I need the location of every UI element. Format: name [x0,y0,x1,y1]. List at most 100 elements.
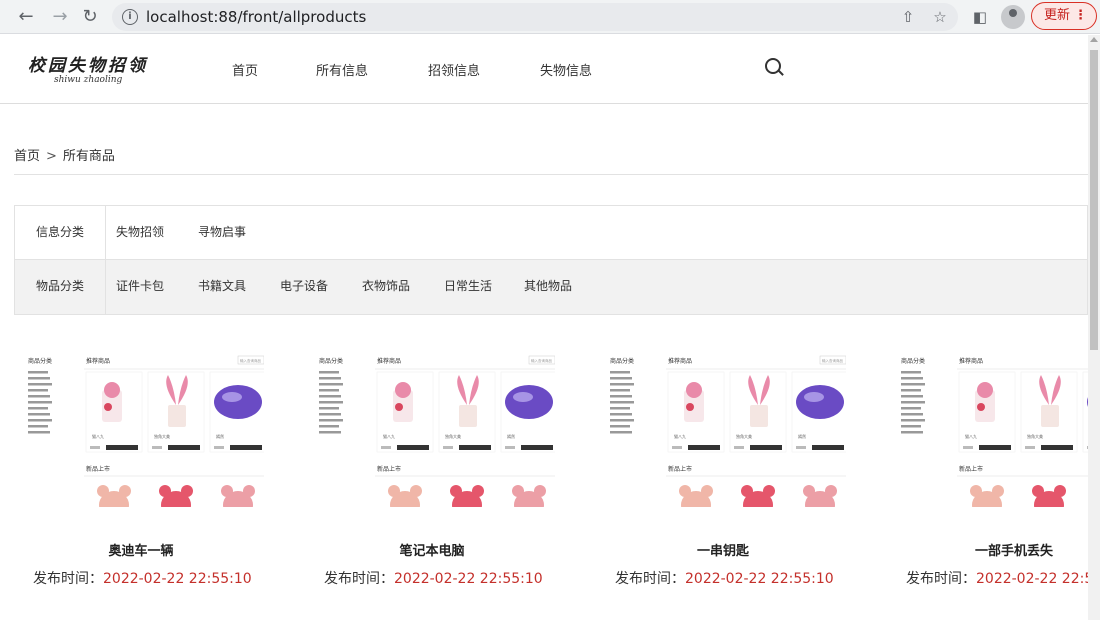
product-time: 发布时间：2022-02-22 22:55:10 [615,568,834,588]
filter-option[interactable]: 失物招领 [116,206,164,259]
thumb-price [381,446,391,449]
time-value: 2022-02-22 22:55:10 [685,571,834,587]
product-thumbnail[interactable]: 商品分类推荐商品输入查询商品猫八九独角大美嫣然新品上市 [608,345,846,507]
product-card[interactable]: 商品分类 推荐商品 输入查询商品 猫八九 独角大美 嫣然 新品上市 一串钥匙 发布时间：20… [608,345,858,590]
site-logo[interactable]: 校园失物招领 shiwu zhaoling [28,51,168,91]
thumb-cake-flower [104,382,120,398]
thumb-cake-flower [686,382,702,398]
filter-option[interactable]: 电子设备 [280,260,328,313]
thumb-menu-line [610,371,630,374]
product-title[interactable]: 一串钥匙 [608,540,838,559]
thumb-menu-line [28,431,50,434]
address-bar[interactable]: i localhost:88/front/allproducts ⇧ ☆ [112,3,958,31]
forward-icon[interactable]: → [48,5,72,29]
thumb-menu-line [28,383,52,386]
product-title[interactable]: 奥迪车一辆 [26,540,256,559]
profile-avatar[interactable] [1001,5,1025,29]
thumb-price [963,446,973,449]
thumb-section-title: 推荐商品 [377,357,401,365]
thumb-menu-line [901,371,921,374]
thumb-buy-button [979,445,1011,450]
nav-all-info[interactable]: 所有信息 [316,60,368,79]
time-value: 2022-02-22 22:55:10 [394,571,543,587]
thumb-price [672,446,682,449]
thumb-cake [459,405,477,427]
thumb-item-name: 猫八九 [674,433,686,439]
nav-lost-info[interactable]: 失物信息 [540,60,592,79]
time-label: 发布时间： [615,571,685,587]
nav-home[interactable]: 首页 [232,60,258,79]
filter-option[interactable]: 寻物启事 [198,206,246,259]
thumb-buy-button [230,445,262,450]
side-panel-icon[interactable]: ◧ [968,5,992,29]
back-icon[interactable]: ← [14,5,38,29]
thumb-menu-line [28,419,52,422]
search-icon[interactable] [765,58,781,74]
thumbnail-preview: 商品分类 推荐商品 输入查询商品猫八九 独角大美 嫣然新品上市 [319,355,555,507]
thumb-section-title: 推荐商品 [86,357,110,365]
site-info-icon[interactable]: i [122,9,138,25]
update-button[interactable]: 更新 ⋮ [1031,2,1097,30]
thumb-menu-line [901,395,923,398]
thumb-price [214,446,224,449]
thumb-menu-line [610,401,634,404]
thumb-menu-line [319,425,339,428]
thumb-section2-title: 新品上市 [377,465,401,473]
bookmark-star-icon[interactable]: ☆ [930,7,950,27]
thumb-menu-line [319,431,341,434]
scroll-up-icon[interactable] [1090,37,1098,42]
thumb-buy-button [750,445,782,450]
scrollbar-thumb[interactable] [1090,50,1098,350]
product-card[interactable]: 商品分类推荐商品输入查询商品猫八九独角大美嫣然新品上市 一部手机丢失 发布时间：… [899,345,1088,590]
thumb-search-hint: 输入查询商品 [822,358,843,363]
thumb-section-title: 推荐商品 [668,357,692,365]
thumb-menu-line [28,377,50,380]
thumb-price [90,446,100,449]
share-icon[interactable]: ⇧ [898,7,918,27]
filter-option[interactable]: 其他物品 [524,260,572,313]
page-scrollbar[interactable] [1088,35,1100,620]
thumb-cake-flower [686,403,694,411]
filter-option[interactable]: 书籍文具 [198,260,246,313]
filter-option[interactable]: 日常生活 [444,260,492,313]
url-text: localhost:88/front/allproducts [146,8,367,26]
time-label: 发布时间： [906,571,976,587]
thumb-menu-line [901,425,921,428]
filter-row-info: 信息分类 失物招领 寻物启事 [15,206,1087,260]
filter-option[interactable]: 衣物饰品 [362,260,410,313]
thumb-price [1087,446,1088,449]
product-time: 发布时间：2022-02-22 22:55:10 [324,568,543,588]
product-title[interactable]: 一部手机丢失 [899,540,1088,559]
thumb-item-name: 猫八九 [383,433,395,439]
filter-option[interactable]: 证件卡包 [116,260,164,313]
thumb-menu-line [901,407,921,410]
breadcrumb: 首页 > 所有商品 [14,145,115,164]
thumb-menu-line [901,401,925,404]
thumb-buy-button [397,445,429,450]
thumb-menu-line [901,377,923,380]
product-title[interactable]: 笔记本电脑 [317,540,547,559]
nav-found-info[interactable]: 招领信息 [428,60,480,79]
product-thumbnail[interactable]: 商品分类推荐商品输入查询商品猫八九独角大美嫣然新品上市 [317,345,555,507]
thumb-section2-title: 新品上市 [668,465,692,473]
product-card[interactable]: 商品分类 推荐商品 输入查询商品 猫八九 独角大美 嫣然 新品上市 奥迪车一辆 发布时间：2… [26,345,276,590]
product-thumbnail[interactable]: 商品分类推荐商品输入查询商品猫八九独角大美嫣然新品上市 [899,345,1088,507]
product-thumbnail[interactable]: 商品分类推荐商品输入查询商品猫八九独角大美嫣然新品上市 [26,345,264,507]
reload-icon[interactable]: ↻ [78,5,102,29]
thumb-menu-line [28,407,48,410]
breadcrumb-home[interactable]: 首页 [14,149,40,164]
thumb-menu-line [610,431,632,434]
site-header: 校园失物招领 shiwu zhaoling 首页 所有信息 招领信息 失物信息 [0,35,1088,104]
breadcrumb-separator: > [46,149,57,164]
thumb-buy-button [521,445,553,450]
thumb-menu-line [901,413,923,416]
thumb-price [734,446,744,449]
thumb-buy-button [459,445,491,450]
thumbnail-preview: 商品分类 推荐商品 输入查询商品猫八九 独角大美 嫣然新品上市 [610,355,846,507]
thumbnail-preview: 商品分类 推荐商品 输入查询商品猫八九 独角大美 嫣然新品上市 [28,355,264,507]
thumb-menu-line [319,371,339,374]
thumb-buy-button [688,445,720,450]
filter-label-info: 信息分类 [15,206,106,259]
product-card[interactable]: 商品分类 推荐商品 输入查询商品 猫八九 独角大美 嫣然 新品上市 笔记本电脑 发布时间：2… [317,345,567,590]
logo-title: 校园失物招领 [28,56,148,76]
